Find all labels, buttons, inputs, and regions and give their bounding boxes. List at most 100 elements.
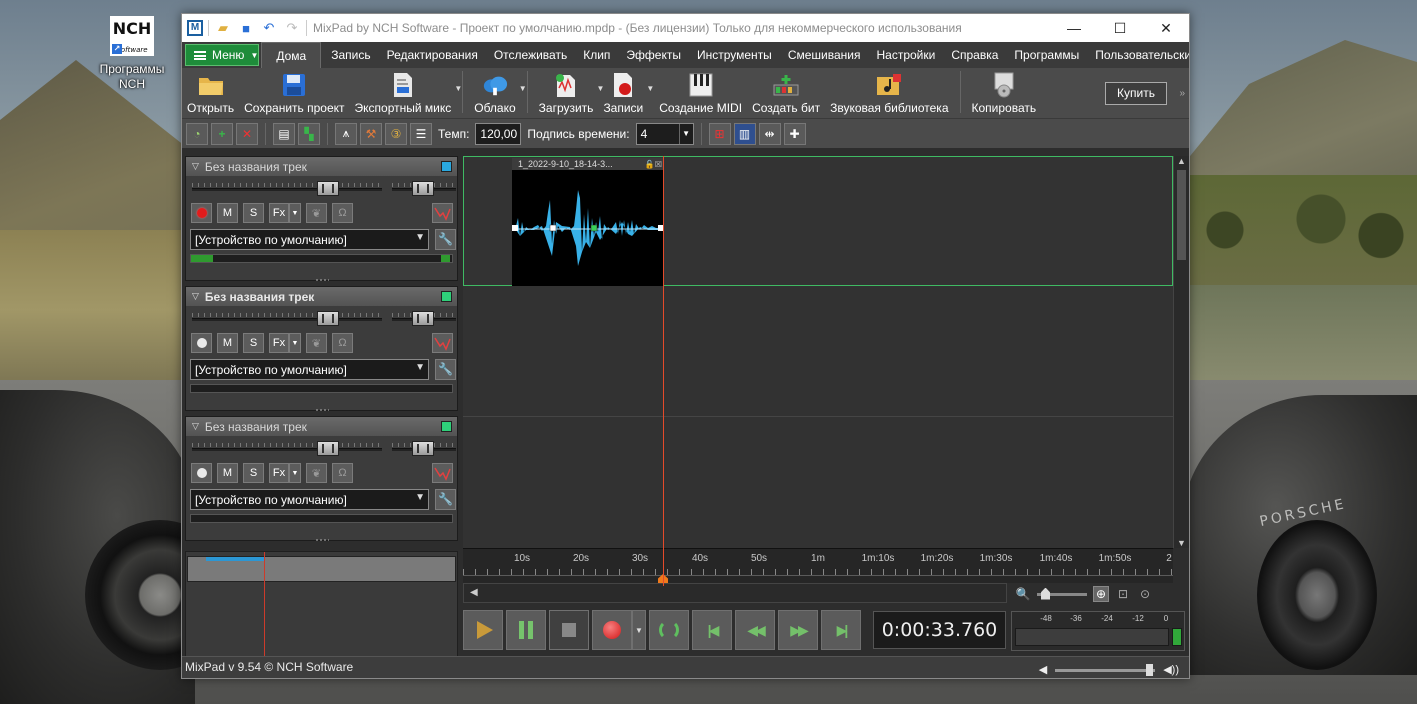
horizontal-scrollbar[interactable]: ◀ (463, 583, 1007, 603)
app-icon[interactable]: M (187, 20, 203, 36)
tab-home[interactable]: Дома (261, 42, 322, 68)
wrench-icon[interactable]: 🔧 (435, 358, 456, 380)
input-device-select[interactable]: [Устройство по умолчанию] ▼ (190, 358, 429, 380)
input-device-select[interactable]: [Устройство по умолчанию] ▼ (190, 228, 429, 250)
close-button[interactable]: ✕ (1143, 14, 1189, 42)
input-device-select[interactable]: [Устройство по умолчанию] ▼ (190, 488, 429, 510)
track-panel[interactable]: ▽ Без названия трек M S Fx ▼ ❦ Ω [Устрой… (185, 416, 458, 542)
wrench-icon[interactable]: 🔧 (435, 488, 456, 510)
create-beat-button[interactable]: Создать бит (747, 68, 825, 115)
headphones-icon[interactable]: Ω (332, 203, 353, 223)
tab-effects[interactable]: Эффекты (618, 42, 689, 68)
pan-slider-knob[interactable] (412, 441, 434, 456)
tab-clip[interactable]: Клип (575, 42, 618, 68)
tempo-input[interactable]: 120,00 (475, 122, 522, 145)
volume-slider[interactable] (192, 318, 382, 321)
metronome-add-icon[interactable]: ◔ (186, 122, 208, 145)
mute-button[interactable]: M (217, 333, 238, 353)
track-panel[interactable]: ▽ Без названия трек M S Fx ▼ ❦ Ω [Устрой… (185, 286, 458, 412)
tab-programs[interactable]: Программы (1006, 42, 1087, 68)
zoom-selection-icon[interactable]: ⊙ (1137, 586, 1153, 602)
cloud-dropdown-icon[interactable]: ▼ (519, 84, 527, 93)
snap-grid-icon[interactable]: ⊞ (708, 122, 731, 145)
zoom-out-icon[interactable]: 🔍 (1015, 586, 1031, 602)
export-mix-button[interactable]: Экспортный микс ▼ (350, 68, 462, 115)
monitor-icon[interactable]: ❦ (306, 203, 327, 223)
track-resize-grip[interactable] (314, 538, 329, 542)
remove-track-icon[interactable]: ✕ (236, 122, 258, 145)
create-midi-button[interactable]: Создание MIDI (654, 68, 747, 115)
volume-slider[interactable] (192, 188, 382, 191)
track-header[interactable]: ▽ Без названия трек (186, 417, 457, 436)
envelope-icon[interactable] (432, 463, 453, 483)
crosshair-icon[interactable]: ✚ (783, 122, 806, 145)
track-resize-grip[interactable] (314, 408, 329, 412)
tab-settings[interactable]: Настройки (868, 42, 943, 68)
track-color-swatch[interactable] (441, 421, 452, 432)
headphones-icon[interactable]: Ω (332, 463, 353, 483)
time-signature-select[interactable]: 4 ▼ (635, 122, 694, 145)
save-icon[interactable]: ■ (237, 19, 255, 37)
fx-dropdown-icon[interactable]: ▼ (289, 333, 301, 353)
copy-button[interactable]: Копировать (967, 68, 1042, 115)
count-in-icon[interactable]: ③ (385, 122, 407, 145)
clip-header[interactable]: 1_2022-9-10_18-14-3... 🔓☒ (512, 158, 664, 170)
menu-button[interactable]: Меню ▼ (185, 44, 260, 66)
track-header[interactable]: ▽ Без названия трек (186, 157, 457, 176)
record-dropdown-icon[interactable]: ▼ (632, 610, 646, 650)
fx-button[interactable]: Fx (269, 463, 289, 483)
tab-tools[interactable]: Инструменты (689, 42, 780, 68)
desktop-icon-nch-programs[interactable]: NCH Software ↗ Программы NCH (92, 16, 172, 92)
monitor-icon[interactable]: ❦ (306, 333, 327, 353)
open-button[interactable]: Открыть (182, 68, 239, 115)
save-project-button[interactable]: Сохранить проект (239, 68, 349, 115)
fx-dropdown-icon[interactable]: ▼ (289, 203, 301, 223)
record-arm-button[interactable] (191, 333, 212, 353)
tab-track[interactable]: Отслеживать (486, 42, 575, 68)
collapse-triangle-icon[interactable]: ▽ (192, 161, 199, 172)
record-arm-button[interactable] (191, 203, 212, 223)
pan-slider-knob[interactable] (412, 181, 434, 196)
tab-record[interactable]: Запись (323, 42, 378, 68)
scroll-down-icon[interactable]: ▼ (1174, 538, 1189, 548)
rewind-button[interactable]: ◀◀ (735, 610, 775, 650)
records-button[interactable]: Записи ▼ (598, 68, 654, 115)
fast-forward-button[interactable]: ▶▶ (778, 610, 818, 650)
mute-button[interactable]: M (217, 203, 238, 223)
monitor-icon[interactable]: ❦ (306, 463, 327, 483)
mixer-icon[interactable]: ☰ (410, 122, 432, 145)
buy-button[interactable]: Купить (1105, 82, 1167, 105)
add-track-icon[interactable]: + (211, 122, 233, 145)
track-color-swatch[interactable] (441, 291, 452, 302)
tab-help[interactable]: Справка (943, 42, 1006, 68)
record-arm-button[interactable] (191, 463, 212, 483)
scrollbar-thumb[interactable] (1177, 170, 1186, 260)
wrench-icon[interactable]: 🔧 (435, 228, 456, 250)
records-dropdown-icon[interactable]: ▼ (646, 84, 654, 93)
volume-slider[interactable] (192, 448, 382, 451)
metronome-icon[interactable]: ⩚ (335, 122, 357, 145)
record-button[interactable] (592, 610, 632, 650)
track-lane-selected[interactable]: 1_2022-9-10_18-14-3... 🔓☒ (463, 156, 1173, 286)
fx-dropdown-icon[interactable]: ▼ (289, 463, 301, 483)
volume-slider-knob[interactable] (317, 441, 339, 456)
load-button[interactable]: Загрузить ▼ (534, 68, 604, 115)
zoom-in-icon[interactable]: ⊕ (1093, 586, 1109, 602)
audio-clip[interactable]: 1_2022-9-10_18-14-3... 🔓☒ (512, 158, 664, 286)
track-color-icon[interactable]: ▚ (298, 122, 320, 145)
timeline-lanes[interactable]: 1_2022-9-10_18-14-3... 🔓☒ (463, 156, 1173, 548)
solo-button[interactable]: S (243, 333, 264, 353)
toolbar-more-icon[interactable]: » (1179, 88, 1185, 99)
undo-icon[interactable]: ↶ (260, 19, 278, 37)
master-volume-slider[interactable] (1055, 663, 1156, 676)
fx-button[interactable]: Fx (269, 333, 289, 353)
beat-lines-icon[interactable]: ▥ (733, 122, 756, 145)
pan-slider-knob[interactable] (412, 311, 434, 326)
go-to-start-button[interactable]: |◀ (692, 610, 732, 650)
pause-button[interactable] (506, 610, 546, 650)
tab-custom[interactable]: Пользовательский (1087, 42, 1189, 68)
scroll-left-icon[interactable]: ◀ (470, 587, 478, 598)
volume-slider-knob[interactable] (317, 181, 339, 196)
sound-library-button[interactable]: Звуковая библиотека (825, 68, 953, 115)
cursor-snap-icon[interactable]: ⇹ (758, 122, 781, 145)
